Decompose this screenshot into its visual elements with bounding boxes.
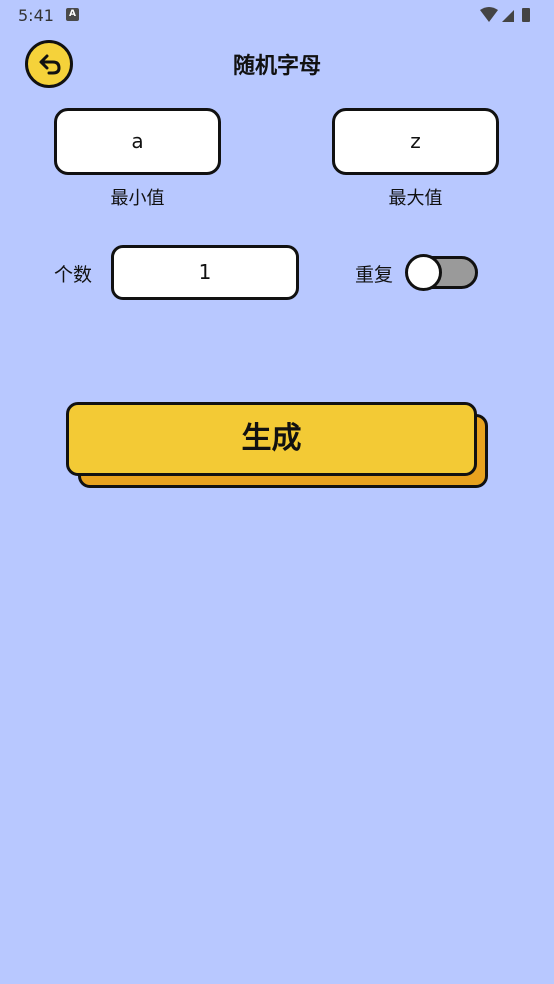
- status-icons: [480, 7, 530, 22]
- repeat-label: 重复: [355, 264, 394, 286]
- max-value-label: 最大值: [388, 188, 443, 209]
- signal-icon: [502, 10, 514, 22]
- min-value-label: 最小值: [110, 188, 165, 209]
- wifi-icon: [480, 7, 498, 22]
- count-input[interactable]: 1: [111, 245, 299, 300]
- repeat-toggle[interactable]: [405, 254, 478, 291]
- toggle-knob: [405, 254, 442, 291]
- battery-icon: [522, 8, 530, 22]
- min-value-input[interactable]: a: [54, 108, 221, 175]
- a-letter-icon: A: [66, 8, 79, 21]
- page-title: 随机字母: [232, 54, 321, 79]
- max-value-input[interactable]: z: [332, 108, 499, 175]
- status-bar: 5:41 A: [0, 0, 554, 30]
- generate-button-wrapper: 生成: [66, 402, 488, 488]
- status-time: 5:41: [18, 6, 54, 25]
- generate-button[interactable]: 生成: [66, 402, 477, 476]
- count-label: 个数: [54, 264, 93, 286]
